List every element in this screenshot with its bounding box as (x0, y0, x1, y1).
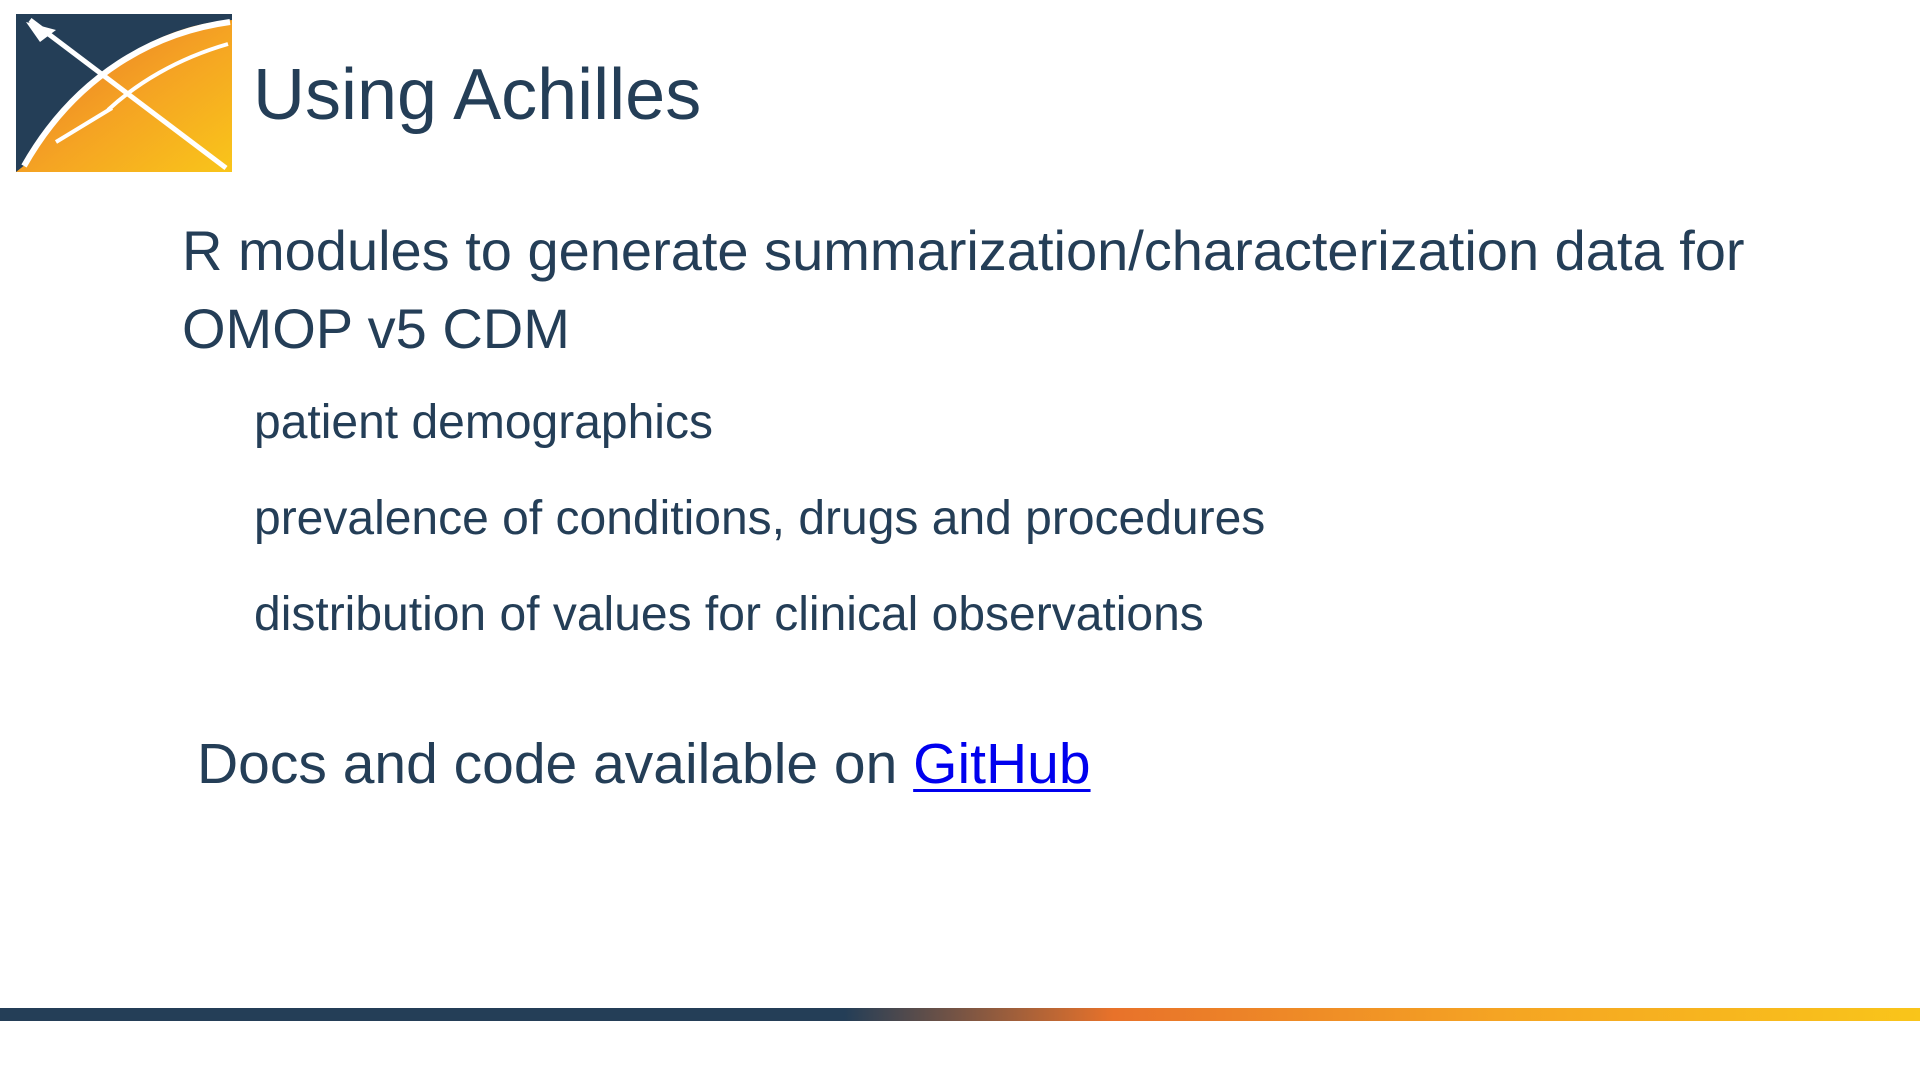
bullet-item: prevalence of conditions, drugs and proc… (254, 492, 1266, 545)
footer-gradient-bar (0, 1008, 1920, 1021)
docs-prefix: Docs and code available on (197, 732, 914, 796)
github-link[interactable]: GitHub (913, 732, 1090, 796)
body-text: R modules to generate summarization/char… (182, 219, 1745, 360)
docs-line: Docs and code available on GitHub (197, 722, 1091, 806)
bullet-list: patient demographics prevalence of condi… (254, 388, 1265, 676)
slide-title: Using Achilles (253, 55, 702, 135)
bullet-item: patient demographics (254, 396, 713, 449)
bullet-item: distribution of values for clinical obse… (254, 588, 1204, 641)
ohdsi-logo-icon (16, 14, 232, 172)
